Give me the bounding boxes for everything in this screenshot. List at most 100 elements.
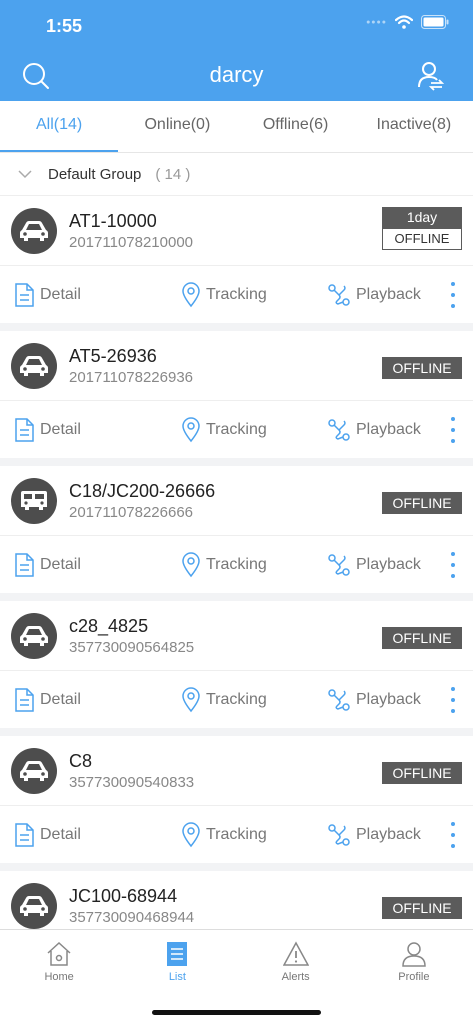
document-icon [15, 822, 34, 847]
tracking-label: Tracking [206, 825, 267, 843]
tracking-button[interactable]: Tracking [181, 401, 267, 458]
detail-button[interactable]: Detail [13, 401, 81, 458]
status-badge: OFFLINE [382, 228, 462, 250]
page-title: darcy [209, 62, 264, 87]
device-card: C8 357730090540833 OFFLINE Detail Tracki… [0, 736, 473, 863]
tab-online[interactable]: Online(0) [118, 101, 236, 152]
document-icon [15, 282, 34, 307]
document-icon [15, 552, 34, 577]
detail-button[interactable]: Detail [13, 671, 81, 728]
detail-label: Detail [40, 555, 81, 573]
car-icon [11, 748, 57, 794]
more-options-button[interactable] [445, 687, 461, 713]
tab-profile-label: Profile [398, 971, 430, 983]
device-info[interactable]: c28_4825 357730090564825 OFFLINE [0, 601, 473, 671]
detail-label: Detail [40, 825, 81, 843]
device-actions: Detail Tracking Playback [0, 806, 473, 863]
car-icon [11, 343, 57, 389]
document-icon [15, 687, 34, 712]
location-pin-icon [182, 821, 200, 847]
tab-inactive[interactable]: Inactive(8) [355, 101, 473, 152]
playback-button[interactable]: Playback [327, 536, 421, 593]
tab-home[interactable]: Home [0, 930, 118, 1024]
device-name: C8 [69, 751, 93, 771]
group-name: Default Group [48, 165, 142, 183]
home-icon [47, 941, 71, 966]
playback-button[interactable]: Playback [327, 806, 421, 863]
tracking-button[interactable]: Tracking [181, 671, 267, 728]
tracking-button[interactable]: Tracking [181, 536, 267, 593]
device-imei: 201711078226666 [69, 504, 194, 521]
device-info[interactable]: AT1-10000 201711078210000 1day OFFLINE [0, 196, 473, 266]
route-icon [328, 418, 350, 441]
playback-label: Playback [356, 420, 421, 438]
device-card: AT1-10000 201711078210000 1day OFFLINE D… [0, 196, 473, 323]
device-actions: Detail Tracking Playback [0, 266, 473, 323]
location-pin-icon [182, 551, 200, 577]
bus-icon [11, 478, 57, 524]
tracking-label: Tracking [206, 555, 267, 573]
document-icon [15, 417, 34, 442]
alert-icon [282, 941, 309, 966]
device-card: AT5-26936 201711078226936 OFFLINE Detail… [0, 331, 473, 458]
detail-button[interactable]: Detail [13, 536, 81, 593]
device-name: AT1-10000 [69, 211, 157, 231]
device-info[interactable]: JC100-68944 357730090468944 OFFLINE [0, 871, 473, 929]
device-info[interactable]: AT5-26936 201711078226936 OFFLINE [0, 331, 473, 401]
route-icon [328, 553, 350, 576]
device-info[interactable]: C18/JC200-26666 201711078226666 OFFLINE [0, 466, 473, 536]
status-badge: OFFLINE [382, 897, 462, 919]
detail-label: Detail [40, 285, 81, 303]
tab-offline[interactable]: Offline(6) [237, 101, 355, 152]
playback-button[interactable]: Playback [327, 266, 421, 323]
account-switch-button[interactable] [417, 61, 445, 91]
device-card: C18/JC200-26666 201711078226666 OFFLINE … [0, 466, 473, 593]
profile-icon [402, 942, 426, 967]
playback-button[interactable]: Playback [327, 671, 421, 728]
device-name: C18/JC200-26666 [69, 481, 216, 501]
more-options-button[interactable] [445, 822, 461, 848]
tab-alerts-label: Alerts [281, 971, 310, 983]
device-name: c28_4825 [69, 616, 149, 636]
status-badges: 1day OFFLINE [382, 207, 462, 250]
tracking-button[interactable]: Tracking [181, 806, 267, 863]
location-pin-icon [182, 686, 200, 712]
offline-duration-badge: 1day [382, 207, 462, 228]
tab-list-label: List [168, 971, 186, 983]
status-badge: OFFLINE [382, 357, 462, 379]
more-options-button[interactable] [445, 282, 461, 308]
tracking-button[interactable]: Tracking [181, 266, 267, 323]
route-icon [328, 688, 350, 711]
device-info[interactable]: C8 357730090540833 OFFLINE [0, 736, 473, 806]
app-header: 1:55 ●●●● darcy [0, 0, 473, 101]
tab-profile[interactable]: Profile [355, 930, 473, 1024]
route-icon [328, 823, 350, 846]
group-count: ( 14 ) [155, 165, 191, 183]
device-actions: Detail Tracking Playback [0, 401, 473, 458]
device-imei: 357730090468944 [69, 909, 195, 926]
detail-label: Detail [40, 420, 81, 438]
car-icon [11, 883, 57, 929]
device-name: JC100-68944 [69, 886, 178, 906]
status-badge: OFFLINE [382, 627, 462, 649]
group-header[interactable]: Default Group ( 14 ) [0, 153, 473, 196]
route-icon [328, 283, 350, 306]
playback-button[interactable]: Playback [327, 401, 421, 458]
device-imei: 201711078226936 [69, 369, 194, 386]
chevron-down-icon [18, 170, 32, 179]
more-options-button[interactable] [445, 417, 461, 443]
device-card: JC100-68944 357730090468944 OFFLINE [0, 871, 473, 929]
playback-label: Playback [356, 690, 421, 708]
device-actions: Detail Tracking Playback [0, 671, 473, 728]
tab-all[interactable]: All(14) [0, 101, 119, 152]
battery-icon [421, 15, 449, 29]
detail-button[interactable]: Detail [13, 266, 81, 323]
more-options-button[interactable] [445, 552, 461, 578]
device-actions: Detail Tracking Playback [0, 536, 473, 593]
detail-button[interactable]: Detail [13, 806, 81, 863]
playback-label: Playback [356, 825, 421, 843]
device-imei: 357730090564825 [69, 639, 195, 656]
status-badge: OFFLINE [382, 492, 462, 514]
detail-label: Detail [40, 690, 81, 708]
wifi-icon [395, 15, 413, 29]
